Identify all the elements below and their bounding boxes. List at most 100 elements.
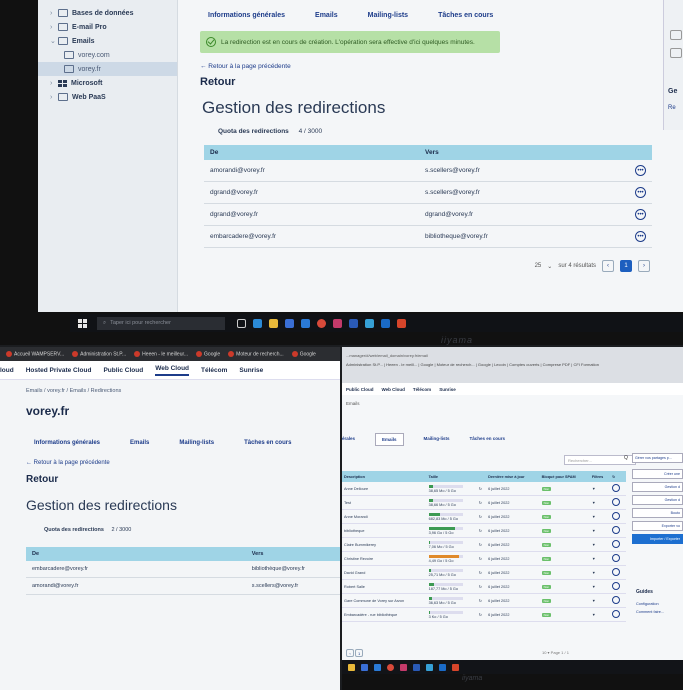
more-options-icon[interactable] (612, 610, 621, 618)
refresh-icon[interactable]: ↻ (476, 482, 487, 496)
action-button[interactable]: Gestion d (632, 495, 683, 505)
mail-icon[interactable] (374, 663, 381, 671)
tab-3[interactable]: Tâches en cours (470, 436, 506, 446)
filter-icon[interactable]: ▼ (589, 579, 611, 594)
action-button[interactable]: Bouto (632, 508, 683, 518)
tab-0[interactable]: Informations générales (208, 12, 285, 19)
app-icon[interactable] (400, 663, 407, 671)
back-link[interactable]: ← Retour à la page précédente (200, 63, 676, 70)
nav-item[interactable]: Public Cloud (103, 367, 143, 374)
more-options-icon[interactable] (612, 498, 621, 506)
bookmark[interactable]: Google (196, 351, 220, 357)
refresh-icon[interactable]: ↻ (476, 607, 487, 622)
filter-icon[interactable]: ▼ (589, 495, 611, 510)
mail-icon[interactable] (301, 318, 310, 328)
refresh-icon[interactable]: ↻ (476, 495, 487, 510)
page-1-button[interactable]: 1 (355, 649, 364, 657)
panel-link[interactable]: Re (668, 105, 683, 111)
bookmark[interactable]: Google (292, 351, 316, 357)
refresh-icon[interactable]: ↻ (476, 509, 487, 524)
tab-2[interactable]: Mailing-lists (424, 436, 450, 446)
nav-item[interactable]: Web Cloud (382, 387, 405, 392)
filter-icon[interactable]: ▼ (589, 593, 611, 608)
prev-page-button[interactable]: ‹ (346, 649, 354, 657)
app-icon[interactable] (365, 318, 374, 328)
sidebar-item[interactable]: ⌄ Emails (38, 34, 177, 48)
more-options-icon[interactable]: ••• (635, 231, 646, 242)
edge-icon[interactable] (253, 318, 262, 328)
action-button[interactable]: Importer / Exporter (632, 534, 683, 544)
more-options-icon[interactable] (612, 568, 621, 576)
store-icon[interactable] (285, 318, 294, 328)
explorer-icon[interactable] (269, 318, 278, 328)
nav-item-partial[interactable]: loud (0, 367, 14, 374)
tab-1[interactable]: Emails (130, 440, 149, 446)
filter-icon[interactable]: ▼ (589, 565, 611, 580)
refresh-icon[interactable]: ↻ (476, 523, 487, 538)
address-bar[interactable]: ...manager/#/web/email_domain/vorey.fr/e… (342, 347, 683, 358)
more-options-icon[interactable] (612, 526, 621, 534)
prev-page-button[interactable]: ‹ (602, 260, 614, 272)
action-button[interactable]: Gestion d (632, 482, 683, 492)
app-icon[interactable] (333, 318, 342, 328)
filter-icon[interactable]: ▼ (589, 509, 611, 524)
bookmark[interactable]: Administration St.P... (72, 351, 126, 357)
back-link[interactable]: ← Retour à la page précédente (26, 460, 340, 466)
filter-icon[interactable]: ▼ (589, 482, 611, 496)
panel-button[interactable] (670, 48, 682, 58)
panel-button[interactable] (670, 30, 682, 40)
tab-1[interactable]: Emails (375, 433, 404, 446)
filter-icon[interactable]: ▼ (589, 551, 611, 566)
task-view-icon[interactable] (237, 318, 246, 328)
sidebar-item[interactable]: › Microsoft (38, 76, 177, 90)
chrome-icon[interactable] (387, 663, 394, 671)
store-icon[interactable] (361, 663, 368, 671)
word-icon[interactable] (413, 663, 420, 671)
refresh-icon[interactable]: ↻ (476, 565, 487, 580)
tab-3[interactable]: Tâches en cours (438, 12, 493, 19)
more-options-icon[interactable] (612, 540, 621, 548)
outlook-icon[interactable] (439, 663, 446, 671)
guide-link[interactable]: Configuration (636, 602, 659, 606)
page-size-select[interactable]: 10 ▾ Page 1 / 1 (542, 650, 569, 655)
sidebar-item[interactable]: › E-mail Pro (38, 20, 177, 34)
app-icon[interactable] (397, 318, 406, 328)
action-button[interactable]: Gérer vos partages p... (632, 453, 683, 463)
more-options-icon[interactable] (612, 554, 621, 562)
sidebar-item[interactable]: vorey.fr (38, 62, 177, 76)
sidebar-item[interactable]: › Bases de données (38, 6, 177, 20)
nav-item[interactable]: Sunrise (239, 367, 263, 374)
app-icon[interactable] (426, 663, 433, 671)
tab-0[interactable]: érales (342, 436, 355, 446)
more-options-icon[interactable] (612, 512, 621, 520)
sidebar-item[interactable]: › Web PaaS (38, 90, 177, 104)
chrome-icon[interactable] (317, 318, 326, 328)
bookmark[interactable]: Moteur de recherch... (228, 351, 284, 357)
nav-item[interactable]: Télécom (201, 367, 227, 374)
bookmark[interactable]: Heeen - le meilleur... (134, 351, 188, 357)
refresh-icon[interactable]: ↻ (476, 537, 487, 552)
tab-3[interactable]: Tâches en cours (244, 440, 291, 446)
windows-start-icon[interactable] (78, 318, 87, 328)
nav-item[interactable]: Sunrise (439, 387, 456, 392)
more-options-icon[interactable]: ••• (635, 209, 646, 220)
sidebar-item[interactable]: vorey.com (38, 48, 177, 62)
refresh-icon[interactable]: ↻ (476, 579, 487, 594)
search-icon[interactable]: Q (624, 455, 628, 461)
more-options-icon[interactable] (612, 484, 621, 492)
taskbar-search[interactable]: ⌕ Taper ici pour rechercher (97, 316, 225, 330)
outlook-icon[interactable] (381, 318, 390, 328)
nav-item[interactable]: Télécom (413, 387, 431, 392)
bookmark[interactable]: Accueil WAMPSERV... (6, 351, 64, 357)
more-options-icon[interactable]: ••• (635, 165, 646, 176)
nav-item[interactable]: Public Cloud (346, 387, 374, 392)
filter-icon[interactable]: ▼ (589, 523, 611, 538)
tab-0[interactable]: Informations générales (34, 440, 100, 446)
filter-icon[interactable]: ▼ (589, 537, 611, 552)
nav-item[interactable]: Hosted Private Cloud (26, 367, 92, 374)
more-options-icon[interactable] (612, 596, 621, 604)
refresh-icon[interactable]: ↻ (476, 551, 487, 566)
nav-item[interactable]: Web Cloud (155, 365, 190, 376)
page-size[interactable]: 25 (535, 263, 542, 269)
tab-2[interactable]: Mailing-lists (179, 440, 214, 446)
